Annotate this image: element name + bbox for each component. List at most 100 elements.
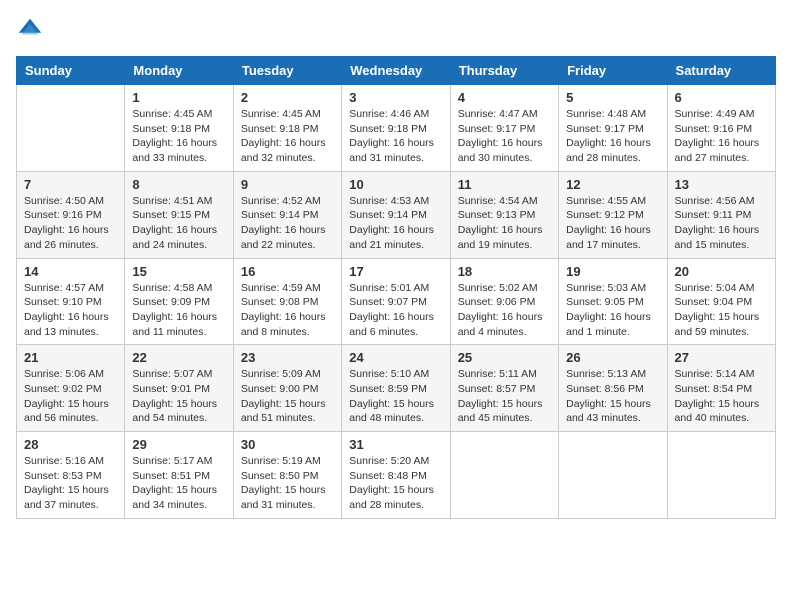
cell-sunrise: Sunrise: 4:54 AM (458, 195, 538, 207)
cell-info: Sunrise: 4:45 AM Sunset: 9:18 PM Dayligh… (132, 107, 225, 166)
calendar-cell: 8 Sunrise: 4:51 AM Sunset: 9:15 PM Dayli… (125, 171, 233, 258)
cell-sunrise: Sunrise: 4:58 AM (132, 282, 212, 294)
cell-sunset: Sunset: 9:18 PM (241, 123, 319, 135)
cell-sunset: Sunset: 8:53 PM (24, 470, 102, 482)
cell-daylight: Daylight: 15 hours and 34 minutes. (132, 484, 217, 511)
cell-daylight: Daylight: 16 hours and 1 minute. (566, 311, 651, 338)
cell-sunset: Sunset: 9:14 PM (241, 209, 319, 221)
cell-sunset: Sunset: 9:01 PM (132, 383, 210, 395)
page-header (16, 16, 776, 44)
cell-sunset: Sunset: 9:05 PM (566, 296, 644, 308)
cell-daylight: Daylight: 15 hours and 37 minutes. (24, 484, 109, 511)
cell-daylight: Daylight: 16 hours and 8 minutes. (241, 311, 326, 338)
cell-sunrise: Sunrise: 4:53 AM (349, 195, 429, 207)
cell-info: Sunrise: 5:04 AM Sunset: 9:04 PM Dayligh… (675, 281, 768, 340)
cell-sunrise: Sunrise: 5:07 AM (132, 368, 212, 380)
cell-daylight: Daylight: 16 hours and 28 minutes. (566, 137, 651, 164)
weekday-header: Tuesday (233, 57, 341, 85)
cell-info: Sunrise: 4:54 AM Sunset: 9:13 PM Dayligh… (458, 194, 551, 253)
cell-daylight: Daylight: 15 hours and 40 minutes. (675, 398, 760, 425)
cell-info: Sunrise: 5:20 AM Sunset: 8:48 PM Dayligh… (349, 454, 442, 513)
cell-info: Sunrise: 4:58 AM Sunset: 9:09 PM Dayligh… (132, 281, 225, 340)
cell-info: Sunrise: 4:51 AM Sunset: 9:15 PM Dayligh… (132, 194, 225, 253)
calendar-table: SundayMondayTuesdayWednesdayThursdayFrid… (16, 56, 776, 519)
cell-sunset: Sunset: 9:09 PM (132, 296, 210, 308)
calendar-cell (17, 85, 125, 172)
calendar-cell: 2 Sunrise: 4:45 AM Sunset: 9:18 PM Dayli… (233, 85, 341, 172)
cell-info: Sunrise: 4:57 AM Sunset: 9:10 PM Dayligh… (24, 281, 117, 340)
cell-info: Sunrise: 5:19 AM Sunset: 8:50 PM Dayligh… (241, 454, 334, 513)
calendar-cell: 23 Sunrise: 5:09 AM Sunset: 9:00 PM Dayl… (233, 345, 341, 432)
cell-day-number: 11 (458, 177, 551, 192)
cell-sunset: Sunset: 8:51 PM (132, 470, 210, 482)
calendar-cell (667, 432, 775, 519)
calendar-cell: 26 Sunrise: 5:13 AM Sunset: 8:56 PM Dayl… (559, 345, 667, 432)
cell-daylight: Daylight: 16 hours and 19 minutes. (458, 224, 543, 251)
cell-sunset: Sunset: 9:02 PM (24, 383, 102, 395)
calendar-week-row: 14 Sunrise: 4:57 AM Sunset: 9:10 PM Dayl… (17, 258, 776, 345)
cell-daylight: Daylight: 16 hours and 33 minutes. (132, 137, 217, 164)
cell-sunrise: Sunrise: 5:06 AM (24, 368, 104, 380)
cell-daylight: Daylight: 15 hours and 43 minutes. (566, 398, 651, 425)
cell-sunset: Sunset: 8:56 PM (566, 383, 644, 395)
cell-daylight: Daylight: 16 hours and 17 minutes. (566, 224, 651, 251)
cell-daylight: Daylight: 15 hours and 54 minutes. (132, 398, 217, 425)
calendar-cell: 6 Sunrise: 4:49 AM Sunset: 9:16 PM Dayli… (667, 85, 775, 172)
cell-info: Sunrise: 5:16 AM Sunset: 8:53 PM Dayligh… (24, 454, 117, 513)
cell-info: Sunrise: 4:56 AM Sunset: 9:11 PM Dayligh… (675, 194, 768, 253)
calendar-cell: 18 Sunrise: 5:02 AM Sunset: 9:06 PM Dayl… (450, 258, 558, 345)
calendar-cell: 28 Sunrise: 5:16 AM Sunset: 8:53 PM Dayl… (17, 432, 125, 519)
cell-day-number: 13 (675, 177, 768, 192)
calendar-week-row: 1 Sunrise: 4:45 AM Sunset: 9:18 PM Dayli… (17, 85, 776, 172)
cell-day-number: 29 (132, 437, 225, 452)
cell-sunset: Sunset: 8:59 PM (349, 383, 427, 395)
calendar-cell: 31 Sunrise: 5:20 AM Sunset: 8:48 PM Dayl… (342, 432, 450, 519)
cell-sunset: Sunset: 9:18 PM (132, 123, 210, 135)
calendar-cell: 14 Sunrise: 4:57 AM Sunset: 9:10 PM Dayl… (17, 258, 125, 345)
cell-sunrise: Sunrise: 4:47 AM (458, 108, 538, 120)
cell-daylight: Daylight: 15 hours and 31 minutes. (241, 484, 326, 511)
cell-info: Sunrise: 5:01 AM Sunset: 9:07 PM Dayligh… (349, 281, 442, 340)
cell-day-number: 17 (349, 264, 442, 279)
cell-daylight: Daylight: 15 hours and 59 minutes. (675, 311, 760, 338)
cell-day-number: 16 (241, 264, 334, 279)
cell-daylight: Daylight: 16 hours and 30 minutes. (458, 137, 543, 164)
cell-daylight: Daylight: 16 hours and 15 minutes. (675, 224, 760, 251)
cell-sunset: Sunset: 8:48 PM (349, 470, 427, 482)
cell-daylight: Daylight: 16 hours and 24 minutes. (132, 224, 217, 251)
cell-daylight: Daylight: 15 hours and 48 minutes. (349, 398, 434, 425)
calendar-cell: 1 Sunrise: 4:45 AM Sunset: 9:18 PM Dayli… (125, 85, 233, 172)
weekday-header: Friday (559, 57, 667, 85)
cell-info: Sunrise: 4:59 AM Sunset: 9:08 PM Dayligh… (241, 281, 334, 340)
cell-sunset: Sunset: 9:06 PM (458, 296, 536, 308)
cell-sunrise: Sunrise: 4:51 AM (132, 195, 212, 207)
calendar-cell: 25 Sunrise: 5:11 AM Sunset: 8:57 PM Dayl… (450, 345, 558, 432)
cell-sunrise: Sunrise: 5:03 AM (566, 282, 646, 294)
cell-day-number: 15 (132, 264, 225, 279)
cell-info: Sunrise: 5:10 AM Sunset: 8:59 PM Dayligh… (349, 367, 442, 426)
cell-sunset: Sunset: 9:16 PM (24, 209, 102, 221)
cell-sunrise: Sunrise: 5:16 AM (24, 455, 104, 467)
cell-sunrise: Sunrise: 5:10 AM (349, 368, 429, 380)
cell-info: Sunrise: 5:17 AM Sunset: 8:51 PM Dayligh… (132, 454, 225, 513)
weekday-header: Sunday (17, 57, 125, 85)
cell-info: Sunrise: 4:49 AM Sunset: 9:16 PM Dayligh… (675, 107, 768, 166)
cell-sunset: Sunset: 8:54 PM (675, 383, 753, 395)
calendar-cell: 11 Sunrise: 4:54 AM Sunset: 9:13 PM Dayl… (450, 171, 558, 258)
cell-sunset: Sunset: 9:00 PM (241, 383, 319, 395)
calendar-cell (450, 432, 558, 519)
cell-day-number: 1 (132, 90, 225, 105)
logo-icon (16, 16, 44, 44)
weekday-header: Thursday (450, 57, 558, 85)
cell-info: Sunrise: 4:46 AM Sunset: 9:18 PM Dayligh… (349, 107, 442, 166)
cell-sunset: Sunset: 9:17 PM (458, 123, 536, 135)
calendar-week-row: 21 Sunrise: 5:06 AM Sunset: 9:02 PM Dayl… (17, 345, 776, 432)
cell-info: Sunrise: 5:06 AM Sunset: 9:02 PM Dayligh… (24, 367, 117, 426)
cell-day-number: 8 (132, 177, 225, 192)
cell-sunset: Sunset: 9:14 PM (349, 209, 427, 221)
cell-day-number: 4 (458, 90, 551, 105)
cell-sunrise: Sunrise: 5:19 AM (241, 455, 321, 467)
cell-sunset: Sunset: 8:57 PM (458, 383, 536, 395)
calendar-cell: 24 Sunrise: 5:10 AM Sunset: 8:59 PM Dayl… (342, 345, 450, 432)
cell-sunset: Sunset: 9:18 PM (349, 123, 427, 135)
